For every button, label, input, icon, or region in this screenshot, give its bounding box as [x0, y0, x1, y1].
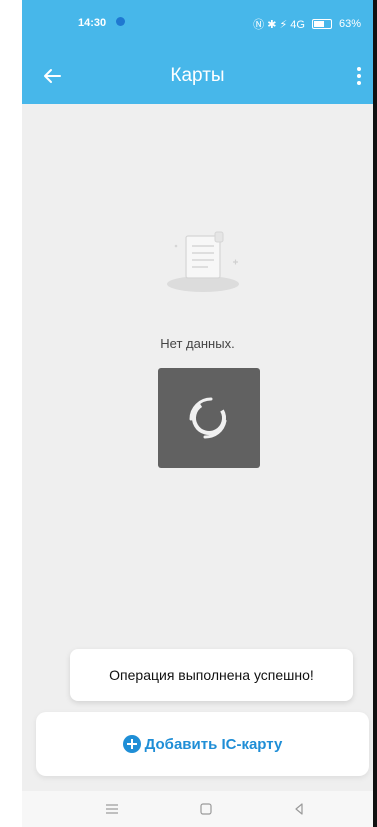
loading-overlay [158, 368, 260, 468]
system-navigation-bar [22, 791, 373, 827]
plus-circle-icon [122, 735, 141, 753]
right-frame [373, 0, 377, 827]
more-vert-icon[interactable] [353, 64, 365, 88]
add-ic-card-label: Добавить IC-карту [144, 735, 283, 753]
arrow-left-icon[interactable] [40, 64, 64, 88]
app-screen: 14:30 Ⓝ ✱ ⚡ 4G 63% Карты Нет данных. Опе… [22, 0, 373, 827]
status-icons-text: Ⓝ ✱ ⚡ 4G [253, 19, 305, 31]
document-illustration-icon [167, 231, 239, 292]
triangle-back-icon[interactable] [291, 801, 307, 817]
status-time: 14:30 [78, 17, 107, 29]
left-frame [0, 0, 22, 827]
empty-message: Нет данных. [160, 336, 235, 351]
notification-dot-icon [116, 17, 125, 26]
spinner-icon [189, 397, 227, 439]
status-bar: 14:30 Ⓝ ✱ ⚡ 4G 63% [22, 0, 373, 48]
battery-percent: 63% [338, 18, 361, 30]
square-icon[interactable] [198, 801, 214, 817]
add-ic-card-button[interactable]: Добавить IC-карту [36, 712, 369, 776]
menu-lines-icon[interactable] [104, 801, 120, 817]
status-icons: Ⓝ ✱ ⚡ 4G 63% [253, 16, 361, 32]
battery-icon [311, 19, 332, 29]
success-toast: Операция выполнена успешно! [70, 649, 353, 701]
phone-screen: 14:30 Ⓝ ✱ ⚡ 4G 63% Карты Нет данных. Опе… [0, 0, 377, 827]
app-header: Карты [22, 48, 373, 104]
page-title: Карты [170, 65, 225, 86]
